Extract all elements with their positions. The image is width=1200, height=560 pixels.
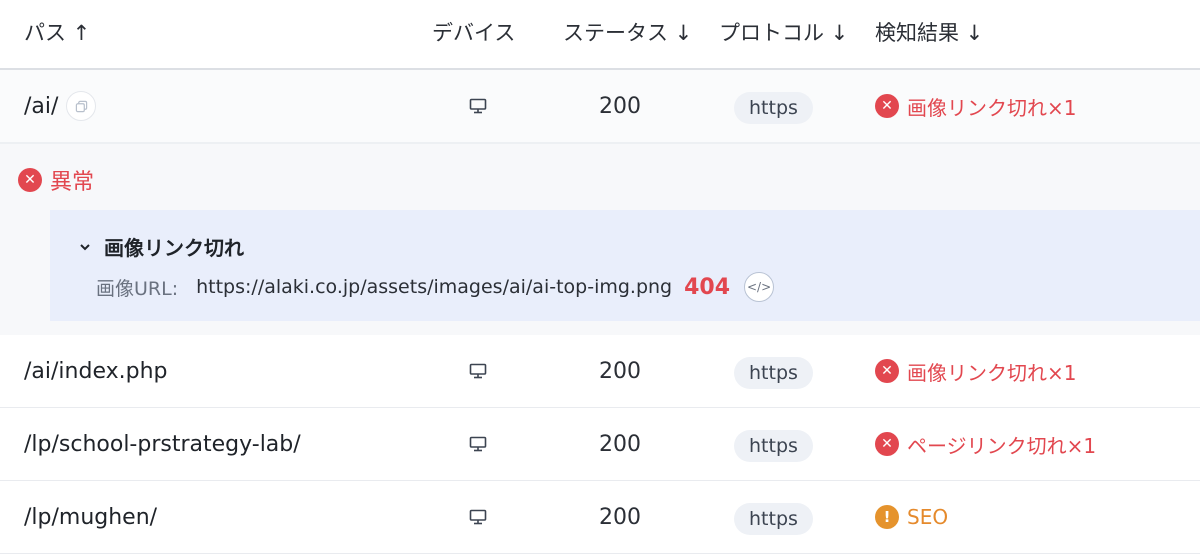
result-label: 画像リンク切れ×1 [907, 360, 1077, 385]
desktop-icon [468, 335, 488, 407]
result-label: SEO [907, 505, 949, 529]
header-status-sort[interactable]: ステータス ↓ [563, 0, 692, 68]
protocol-badge: https [734, 430, 813, 462]
protocol-badge: https [734, 92, 813, 124]
error-icon: ✕ [875, 432, 899, 456]
status-code: 200 [599, 504, 641, 530]
status-code: 200 [599, 431, 641, 457]
protocol-badge: https [734, 503, 813, 535]
path-cell: /ai/index.php [24, 335, 167, 407]
path-cell: /lp/mughen/ [24, 481, 157, 553]
header-protocol-sort[interactable]: プロトコル ↓ [719, 0, 848, 68]
issue-toggle[interactable]: 画像リンク切れ [76, 232, 244, 261]
path-link[interactable]: /ai/index.php [24, 359, 167, 384]
table-row[interactable]: /lp/mughen/ 200 https ! SEO [0, 481, 1200, 554]
http-error-code: 404 [684, 274, 731, 300]
header-path-sort[interactable]: パス ↑ [24, 0, 90, 68]
result-label: ページリンク切れ×1 [907, 433, 1097, 458]
warning-icon: ! [875, 505, 899, 529]
protocol-cell: https [734, 481, 813, 553]
desktop-icon [468, 481, 488, 553]
view-source-icon[interactable]: </> [744, 272, 775, 302]
result-cell[interactable]: ✕ ページリンク切れ×1 [875, 408, 1096, 480]
issue-url-line: 画像URL: https://alaki.co.jp/assets/images… [96, 272, 775, 302]
path-link[interactable]: /ai/ [24, 94, 58, 119]
status-code: 200 [599, 93, 641, 119]
protocol-cell: https [734, 70, 813, 142]
abnormal-heading: ✕ 異常 [18, 164, 94, 196]
protocol-badge: https [734, 357, 813, 389]
chevron-down-icon [80, 243, 90, 250]
status-code: 200 [599, 358, 641, 384]
image-url-label: 画像URL: [96, 277, 179, 300]
result-label: 画像リンク切れ×1 [907, 95, 1077, 120]
desktop-icon [468, 408, 488, 480]
header-device: デバイス [432, 21, 516, 45]
desktop-icon [468, 70, 488, 142]
table-row[interactable]: /ai/index.php 200 https ✕ 画像リンク切れ×1 [0, 335, 1200, 408]
result-cell[interactable]: ✕ 画像リンク切れ×1 [875, 335, 1076, 407]
path-link[interactable]: /lp/school-prstrategy-lab/ [24, 432, 301, 457]
error-icon: ✕ [875, 359, 899, 383]
result-cell[interactable]: ! SEO [875, 481, 948, 553]
table-header: パス ↑ デバイス ステータス ↓ プロトコル ↓ 検知結果 ↓ [0, 0, 1200, 70]
table-row[interactable]: /lp/school-prstrategy-lab/ 200 https ✕ ペ… [0, 408, 1200, 481]
path-cell: /ai/ [24, 70, 97, 142]
protocol-cell: https [734, 335, 813, 407]
path-link[interactable]: /lp/mughen/ [24, 505, 157, 530]
error-icon: ✕ [875, 94, 899, 118]
row-detail-panel: ✕ 異常 画像リンク切れ 画像URL: https://alaki.co.jp/… [0, 144, 1200, 335]
header-result-sort[interactable]: 検知結果 ↓ [875, 0, 983, 68]
error-icon: ✕ [18, 168, 42, 192]
issue-title: 画像リンク切れ [104, 236, 244, 260]
table-row[interactable]: /ai/ 200 https ✕ 画像リンク切れ×1 [0, 70, 1200, 144]
abnormal-label: 異常 [50, 170, 95, 195]
protocol-cell: https [734, 408, 813, 480]
result-cell[interactable]: ✕ 画像リンク切れ×1 [875, 70, 1076, 142]
issue-group: 画像リンク切れ 画像URL: https://alaki.co.jp/asset… [50, 210, 1200, 321]
open-page-icon[interactable] [66, 91, 97, 121]
image-url-value: https://alaki.co.jp/assets/images/ai/ai-… [196, 276, 673, 298]
path-cell: /lp/school-prstrategy-lab/ [24, 408, 301, 480]
